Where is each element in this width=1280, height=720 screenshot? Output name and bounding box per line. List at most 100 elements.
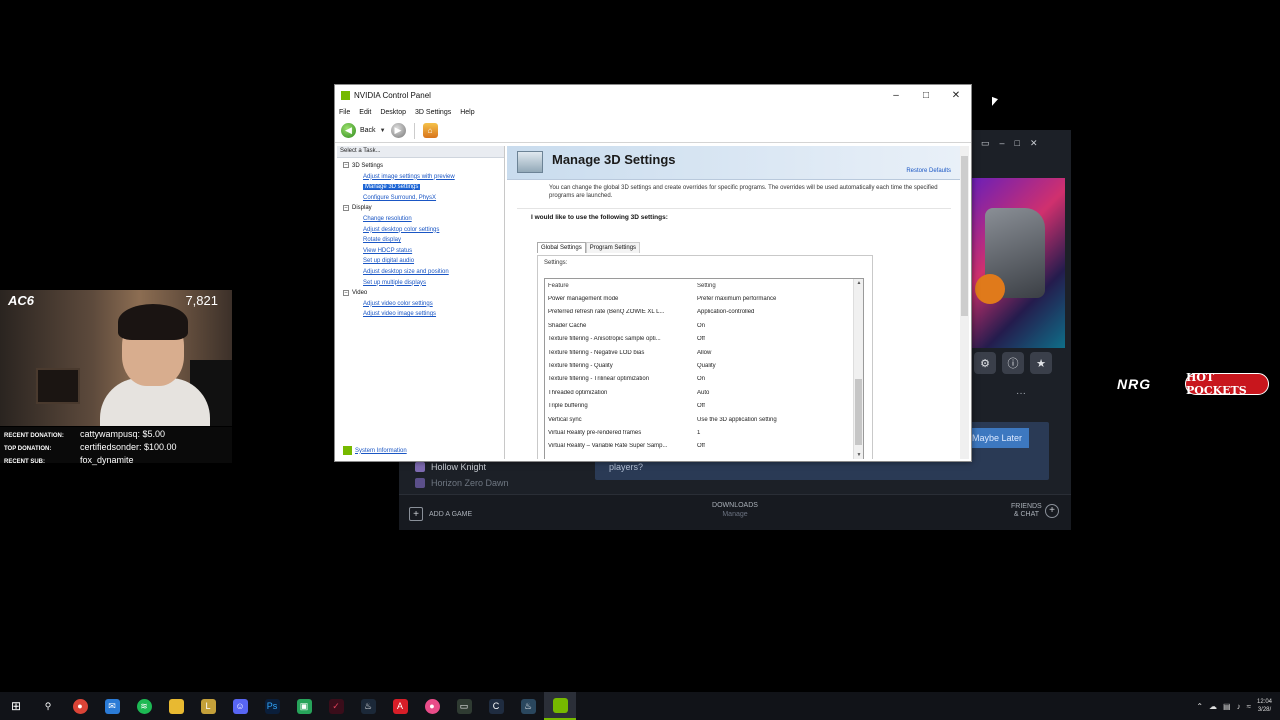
- scrollbar-thumb[interactable]: [855, 379, 862, 445]
- taskbar-spotify[interactable]: ≋: [128, 692, 160, 720]
- game-list-item[interactable]: Horizon Zero Dawn: [415, 478, 509, 488]
- clock[interactable]: 12:04 3/28/: [1257, 698, 1272, 714]
- taskbar-app[interactable]: ✓: [320, 692, 352, 720]
- tree-item-digital-audio[interactable]: Set up digital audio: [343, 256, 504, 267]
- scrollbar-thumb[interactable]: [961, 156, 968, 316]
- maybe-later-button[interactable]: Maybe Later: [965, 428, 1029, 448]
- info-icon[interactable]: ⓘ: [1002, 352, 1024, 374]
- maximize-button[interactable]: □: [911, 90, 941, 101]
- tab-program-settings[interactable]: Program Settings: [585, 242, 641, 253]
- taskbar-photoshop[interactable]: Ps: [256, 692, 288, 720]
- close-button[interactable]: ✕: [941, 90, 971, 101]
- minimize-button[interactable]: –: [881, 90, 911, 101]
- scroll-up-icon[interactable]: ▲: [855, 280, 863, 286]
- taskbar-discord[interactable]: ☺: [224, 692, 256, 720]
- search-button[interactable]: ⚲: [32, 692, 64, 720]
- screen-icon[interactable]: ▭: [981, 138, 990, 148]
- cloud-icon[interactable]: ☁: [1209, 702, 1217, 711]
- volume-icon[interactable]: ♪: [1237, 702, 1241, 711]
- taskbar-steam[interactable]: ♨: [352, 692, 384, 720]
- table-row[interactable]: Shader Cache On: [545, 319, 863, 332]
- tree-category-display[interactable]: – Display: [343, 203, 504, 214]
- back-arrow-icon[interactable]: ◀: [341, 123, 356, 138]
- table-row[interactable]: Virtual Reality pre-rendered frames 1: [545, 426, 863, 439]
- tree-item-video-image[interactable]: Adjust video image settings: [343, 309, 504, 320]
- menu-3d-settings[interactable]: 3D Settings: [415, 109, 451, 116]
- star-icon[interactable]: ★: [1030, 352, 1052, 374]
- search-icon: ⚲: [44, 700, 52, 711]
- home-icon[interactable]: ⌂: [422, 123, 438, 138]
- tree-item-adjust-desktop-color[interactable]: Adjust desktop color settings: [343, 225, 504, 236]
- table-row[interactable]: Vertical sync Use the 3D application sett…: [545, 413, 863, 426]
- content-pane: Manage 3D Settings Restore Defaults You …: [507, 146, 961, 459]
- taskbar-app[interactable]: L: [192, 692, 224, 720]
- taskbar-mail[interactable]: ✉: [96, 692, 128, 720]
- table-row[interactable]: Texture filtering - Anisotropic sample o…: [545, 333, 863, 346]
- taskbar-app[interactable]: C: [480, 692, 512, 720]
- window-scrollbar[interactable]: [960, 146, 969, 459]
- network-icon[interactable]: ▤: [1223, 702, 1231, 711]
- settings-list[interactable]: Feature Setting Power management mode Pre…: [544, 278, 864, 459]
- nvidia-control-panel-window[interactable]: NVIDIA Control Panel – □ ✕ File Edit Des…: [334, 84, 972, 462]
- taskbar-app[interactable]: ●: [416, 692, 448, 720]
- collapse-icon[interactable]: –: [343, 289, 349, 296]
- tree-item-desktop-size[interactable]: Adjust desktop size and position: [343, 267, 504, 278]
- scroll-down-icon[interactable]: ▼: [855, 452, 863, 458]
- tree-item-rotate-display[interactable]: Rotate display: [343, 235, 504, 246]
- table-row[interactable]: Power management mode Prefer maximum perf…: [545, 292, 863, 305]
- tree-category-video[interactable]: – Video: [343, 288, 504, 299]
- title-bar[interactable]: NVIDIA Control Panel – □ ✕: [335, 85, 971, 105]
- taskbar-app[interactable]: ▣: [288, 692, 320, 720]
- tree-item-manage-3d-settings[interactable]: Manage 3D settings: [343, 182, 504, 193]
- chevron-down-icon[interactable]: ▼: [380, 128, 386, 134]
- minimize-icon[interactable]: –: [1000, 138, 1005, 148]
- table-row[interactable]: Virtual Reality – Variable Rate Super Sa…: [545, 440, 863, 453]
- list-scrollbar[interactable]: ▲ ▼: [853, 279, 863, 459]
- system-information-link[interactable]: System Information: [343, 446, 407, 455]
- table-row[interactable]: Threaded optimization Auto: [545, 386, 863, 399]
- tree-item-configure-surround[interactable]: Configure Surround, PhysX: [343, 193, 504, 204]
- tab-global-settings[interactable]: Global Settings: [537, 242, 586, 253]
- taskbar-app[interactable]: A: [384, 692, 416, 720]
- table-row[interactable]: Triple buffering Off: [545, 400, 863, 413]
- chevron-up-icon[interactable]: ⌃: [1196, 702, 1203, 711]
- table-row[interactable]: Preferred refresh rate (BenQ ZOWIE XL L.…: [545, 306, 863, 319]
- taskbar-steam[interactable]: ♨: [512, 692, 544, 720]
- settings-icon[interactable]: ⚙: [974, 352, 996, 374]
- more-options-icon[interactable]: ···: [1016, 388, 1026, 399]
- menu-file[interactable]: File: [339, 109, 350, 116]
- collapse-icon[interactable]: –: [343, 162, 349, 169]
- taskbar-chrome[interactable]: ●: [64, 692, 96, 720]
- downloads-button[interactable]: DOWNLOADS Manage: [699, 501, 771, 519]
- menu-help[interactable]: Help: [460, 109, 474, 116]
- tree-category-3d-settings[interactable]: –3D Settings: [343, 161, 504, 172]
- restore-defaults-link[interactable]: Restore Defaults: [906, 168, 951, 174]
- menu-edit[interactable]: Edit: [359, 109, 371, 116]
- tree-item-adjust-image-settings[interactable]: Adjust image settings with preview: [343, 172, 504, 183]
- close-icon[interactable]: ✕: [1030, 138, 1038, 148]
- add-game-button[interactable]: + ADD A GAME: [409, 507, 472, 521]
- taskbar-nvidia[interactable]: [544, 692, 576, 720]
- taskbar-explorer[interactable]: [160, 692, 192, 720]
- steam-icon: ♨: [360, 698, 376, 714]
- maximize-icon[interactable]: □: [1015, 138, 1020, 148]
- collapse-icon[interactable]: –: [343, 204, 349, 211]
- friends-chat-button[interactable]: FRIENDS & CHAT +: [1011, 503, 1059, 519]
- tree-item-video-color[interactable]: Adjust video color settings: [343, 299, 504, 310]
- table-row[interactable]: Texture filtering - Quality Quality: [545, 359, 863, 372]
- menu-desktop[interactable]: Desktop: [380, 109, 406, 116]
- back-button[interactable]: Back: [360, 127, 376, 134]
- table-row[interactable]: Texture filtering - Negative LOD bias All…: [545, 346, 863, 359]
- table-row[interactable]: Texture filtering - Trilinear optimizati…: [545, 373, 863, 386]
- tree-item-view-hdcp[interactable]: View HDCP status: [343, 246, 504, 257]
- start-button[interactable]: ⊞: [0, 692, 32, 720]
- app-icon: ▣: [296, 698, 312, 714]
- game-list-item[interactable]: Hollow Knight: [415, 462, 486, 472]
- forward-arrow-icon[interactable]: ▶: [390, 123, 406, 138]
- wifi-icon[interactable]: ≈: [1247, 702, 1251, 711]
- menu-bar: File Edit Desktop 3D Settings Help: [335, 105, 971, 119]
- taskbar-app[interactable]: ▭: [448, 692, 480, 720]
- tree-item-change-resolution[interactable]: Change resolution: [343, 214, 504, 225]
- launcher-window-controls: ▭ – □ ✕: [971, 138, 1071, 154]
- tree-item-multiple-displays[interactable]: Set up multiple displays: [343, 278, 504, 289]
